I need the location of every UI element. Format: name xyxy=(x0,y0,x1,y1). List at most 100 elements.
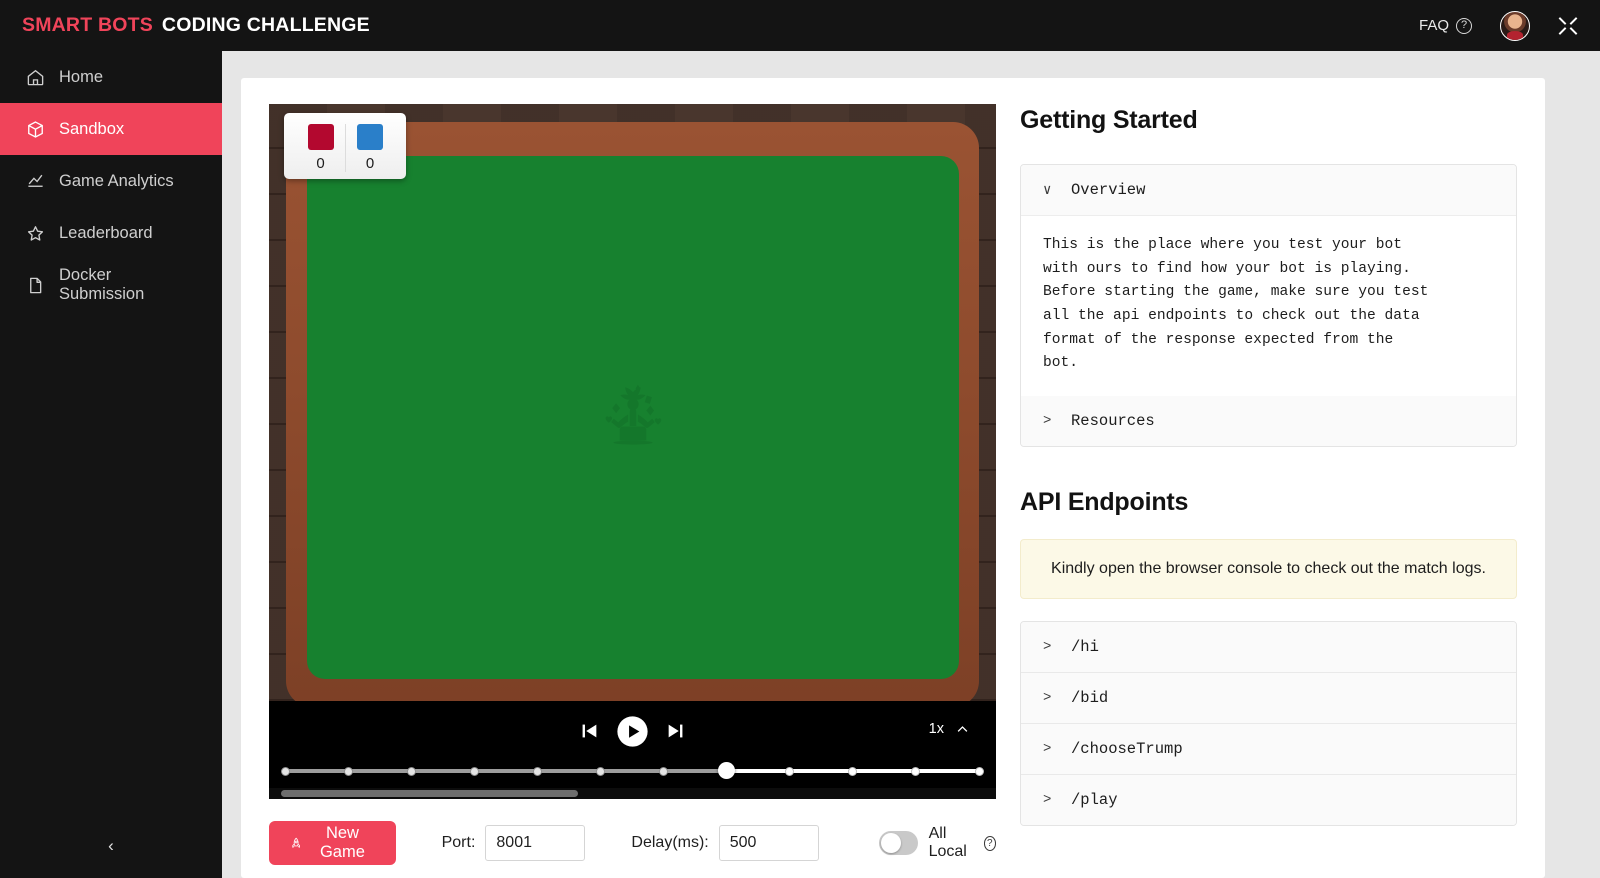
accordion-header-overview[interactable]: ∨ Overview xyxy=(1021,165,1516,215)
chevron-left-icon: ‹ xyxy=(108,836,114,855)
info-column: Getting Started ∨ Overview This is the p… xyxy=(1020,104,1517,852)
api-endpoint-list: > /hi > /bid > /chooseTrump > /play xyxy=(1020,620,1517,826)
playback-speed-button[interactable]: 1x xyxy=(929,721,970,737)
sidebar-item-label: Docker Submission xyxy=(59,266,145,303)
chart-line-icon xyxy=(28,174,43,187)
file-icon xyxy=(30,277,42,293)
timeline-step-dot[interactable] xyxy=(595,766,605,776)
game-controls: New Game Port: Delay(ms): xyxy=(269,821,996,865)
joker-juggling-icon xyxy=(605,384,662,445)
sidebar-item-docker-submission[interactable]: Docker Submission xyxy=(0,259,222,311)
team-a-color-swatch xyxy=(307,124,334,150)
toggle-knob xyxy=(880,833,901,853)
all-local-label: All Local xyxy=(928,825,967,860)
brand-secondary: CODING CHALLENGE xyxy=(161,14,370,36)
faq-label: FAQ xyxy=(1418,17,1449,34)
previous-button[interactable] xyxy=(578,720,600,742)
port-field: Port: xyxy=(442,825,586,861)
sidebar-item-leaderboard[interactable]: Leaderboard xyxy=(0,207,222,259)
game-board[interactable]: 0 0 xyxy=(269,104,996,707)
chevron-down-icon: ∨ xyxy=(1043,182,1052,199)
delay-label: Delay(ms): xyxy=(631,834,709,851)
chevron-right-icon: > xyxy=(1043,791,1052,808)
fullscreen-icon[interactable] xyxy=(1558,16,1578,36)
fullscreen-arm xyxy=(1558,16,1567,25)
faq-button[interactable]: FAQ ? xyxy=(1419,17,1472,34)
timeline-step-dot[interactable] xyxy=(848,766,858,776)
timeline-handle[interactable] xyxy=(718,762,736,779)
help-circle-icon: ? xyxy=(983,835,996,851)
skip-next-icon xyxy=(668,724,683,738)
api-endpoint-bid[interactable]: > /bid xyxy=(1021,671,1516,723)
timeline-step-dot[interactable] xyxy=(280,766,290,776)
app-root: SMART BOTS CODING CHALLENGE FAQ ? Home S… xyxy=(0,0,1600,878)
brand-logo[interactable]: SMART BOTS CODING CHALLENGE xyxy=(22,14,370,37)
getting-started-title: Getting Started xyxy=(1020,106,1198,134)
accordion-label: Overview xyxy=(1071,181,1146,199)
api-endpoint-path: /chooseTrump xyxy=(1071,739,1183,758)
sidebar-item-game-analytics[interactable]: Game Analytics xyxy=(0,155,222,207)
score-team-b: 0 xyxy=(345,124,394,172)
port-input[interactable] xyxy=(485,825,586,861)
fullscreen-arm xyxy=(1569,16,1578,25)
port-label: Port: xyxy=(441,834,476,851)
chevron-right-icon: > xyxy=(1043,689,1052,706)
top-bar-actions: FAQ ? xyxy=(1419,10,1578,41)
help-circle-icon: ? xyxy=(1456,17,1472,34)
timeline-step-dot[interactable] xyxy=(911,766,921,776)
sidebar-item-label: Game Analytics xyxy=(59,171,174,190)
console-notice: Kindly open the browser console to check… xyxy=(1020,538,1517,599)
api-endpoint-choose-trump[interactable]: > /chooseTrump xyxy=(1021,722,1516,774)
all-local-toggle[interactable] xyxy=(878,831,918,855)
next-button[interactable] xyxy=(665,720,687,742)
sidebar-item-home[interactable]: Home xyxy=(0,51,222,103)
game-column: 0 0 1x New Game Port: 8001 Delay(ms): 50… xyxy=(269,104,996,865)
timeline-step-dot[interactable] xyxy=(532,766,542,776)
scrollbar-thumb[interactable] xyxy=(281,790,578,797)
all-local-label-group: All Local ? xyxy=(929,825,996,861)
accordion-label: Resources xyxy=(1071,411,1155,430)
score-team-a: 0 xyxy=(296,124,345,172)
chevron-up-icon xyxy=(957,725,968,732)
sidebar-item-label: Leaderboard xyxy=(59,223,153,242)
playback-buttons xyxy=(269,701,996,761)
delay-input[interactable] xyxy=(718,825,819,861)
chevron-right-icon: > xyxy=(1043,740,1052,757)
play-button[interactable] xyxy=(616,715,649,748)
timeline-step-dot[interactable] xyxy=(785,766,795,776)
api-endpoint-play[interactable]: > /play xyxy=(1021,773,1516,825)
timeline-step-dot[interactable] xyxy=(469,766,479,776)
home-icon xyxy=(27,69,44,85)
new-game-label: New Game xyxy=(319,824,365,861)
rocket-icon xyxy=(292,837,300,848)
timeline-step-dot[interactable] xyxy=(343,766,353,776)
api-endpoint-hi[interactable]: > /hi xyxy=(1021,621,1516,672)
playback-timeline[interactable] xyxy=(280,762,984,779)
play-icon xyxy=(617,715,648,747)
all-local-control: All Local ? xyxy=(878,825,996,861)
sidebar-item-sandbox[interactable]: Sandbox xyxy=(0,103,222,155)
main-card: 0 0 1x New Game Port: 8001 Delay(ms): 50… xyxy=(241,78,1545,878)
accordion-body-overview: This is the place where you test your bo… xyxy=(1021,215,1516,396)
avatar[interactable] xyxy=(1500,10,1530,41)
timeline-step-dot[interactable] xyxy=(659,766,669,776)
playback-player: 1x xyxy=(269,701,996,799)
content-area: 0 0 1x New Game Port: 8001 Delay(ms): 50… xyxy=(222,51,1600,878)
api-endpoints-title: API Endpoints xyxy=(1020,487,1189,516)
new-game-button[interactable]: New Game xyxy=(269,821,396,865)
timeline-step-dot[interactable] xyxy=(974,766,984,776)
accordion-header-resources[interactable]: > Resources xyxy=(1021,395,1516,446)
table-felt xyxy=(307,156,959,679)
horizontal-scrollbar[interactable] xyxy=(269,788,996,799)
cube-icon xyxy=(28,120,43,138)
top-bar: SMART BOTS CODING CHALLENGE FAQ ? xyxy=(0,0,1600,51)
getting-started-accordion: ∨ Overview This is the place where you t… xyxy=(1020,164,1517,447)
sidebar-collapse-button[interactable]: ‹ xyxy=(0,828,222,864)
skip-previous-icon xyxy=(582,724,597,738)
chevron-right-icon: > xyxy=(1043,412,1052,429)
api-endpoint-path: /play xyxy=(1071,790,1118,809)
timeline-step-dot[interactable] xyxy=(406,766,416,776)
playback-speed-label: 1x xyxy=(928,721,944,737)
api-endpoint-path: /bid xyxy=(1071,688,1109,707)
fullscreen-arm xyxy=(1558,26,1567,35)
